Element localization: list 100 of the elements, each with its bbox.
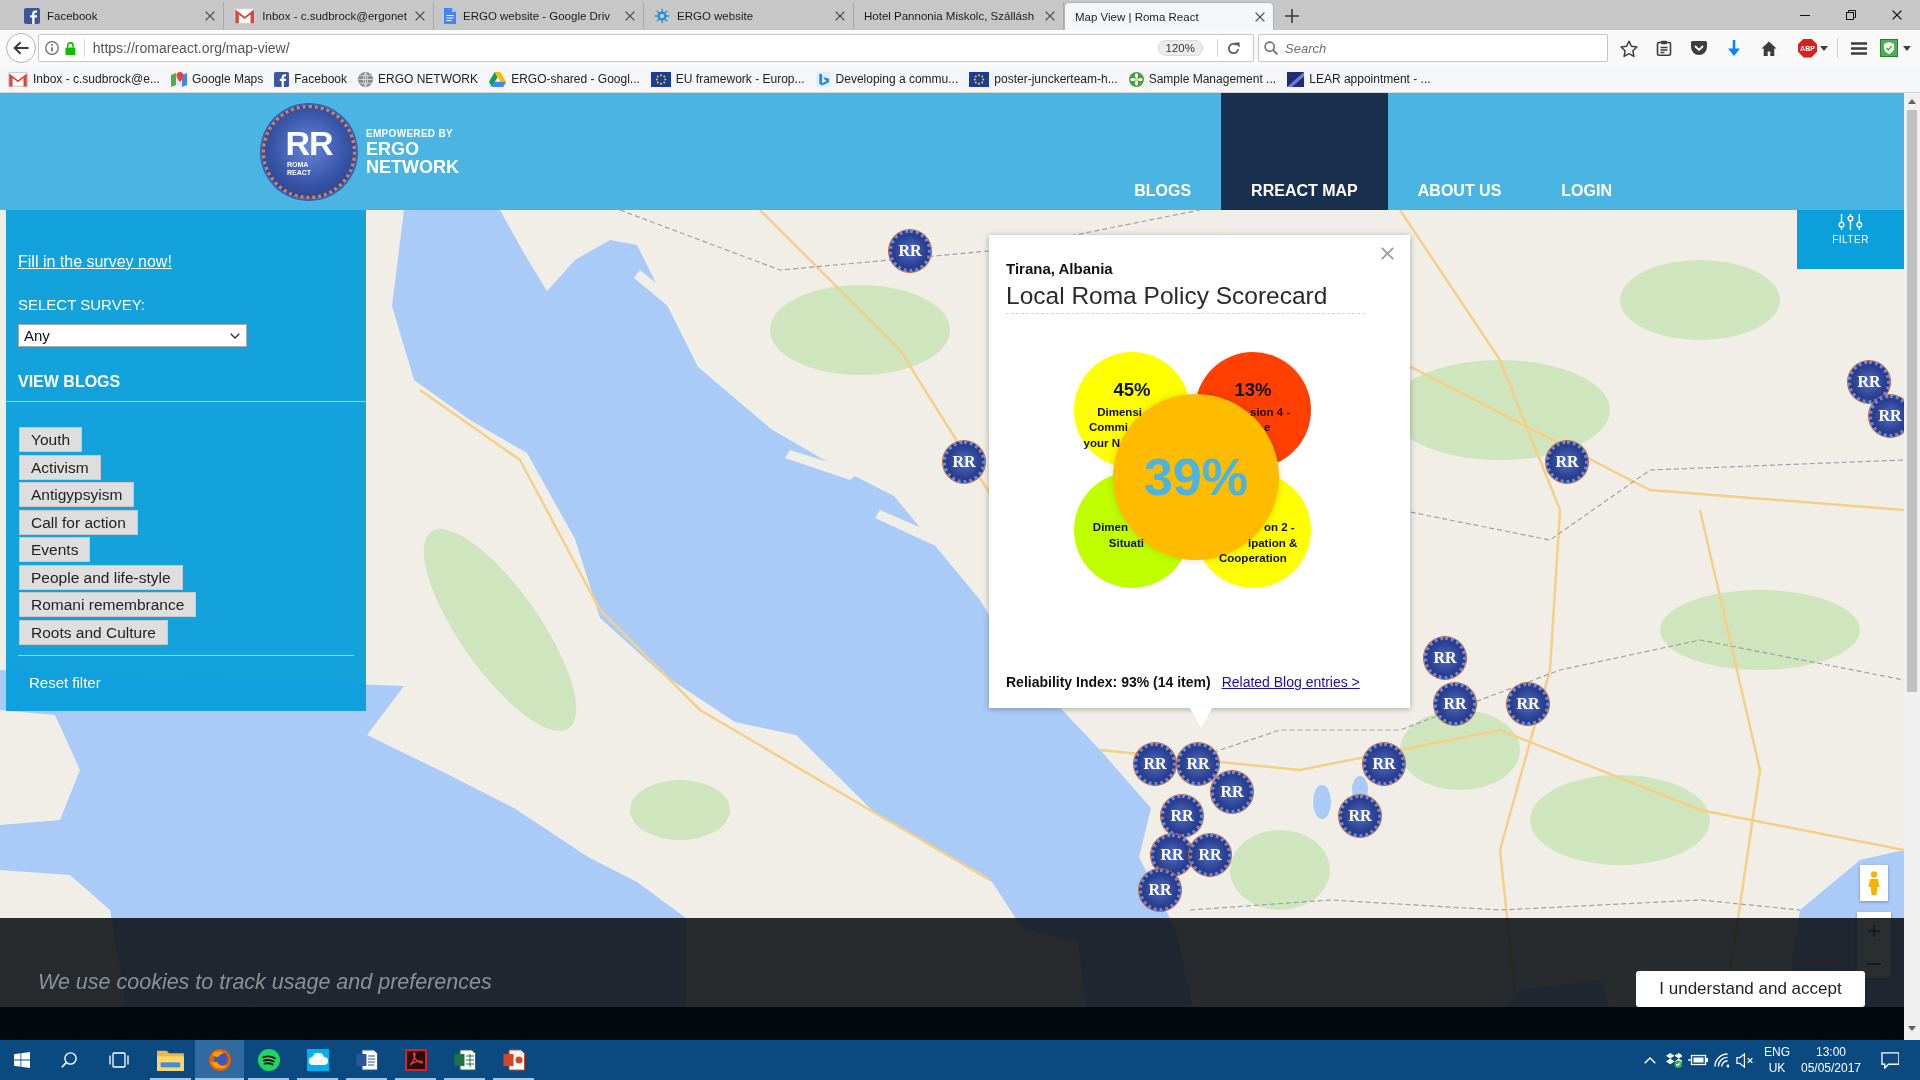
- reliability-index: Reliability Index: 93% (14 item): [1006, 673, 1211, 691]
- restore-icon[interactable]: [1846, 10, 1856, 20]
- wifi-icon[interactable]: [1713, 1052, 1730, 1068]
- star-icon[interactable]: [1620, 39, 1638, 57]
- folded-map-icon: [170, 71, 187, 87]
- chevron-up-icon[interactable]: [1644, 1056, 1656, 1064]
- category-tag[interactable]: Youth: [19, 427, 83, 452]
- bookmark-link[interactable]: poster-junckerteam-h...: [969, 71, 1118, 87]
- accept-button[interactable]: I understand and accept: [1636, 971, 1865, 1007]
- category-tag[interactable]: Romani remembrance: [19, 592, 197, 617]
- popup-location: Tirana, Albania: [1006, 260, 1114, 278]
- new-tab-icon[interactable]: [1285, 9, 1299, 23]
- bookmark-link[interactable]: EU framework - Europ...: [650, 71, 805, 87]
- f-tile-icon: [24, 8, 40, 24]
- category-tag[interactable]: People and life-style: [19, 564, 183, 590]
- category-tag[interactable]: Call for action: [19, 509, 138, 535]
- clock-date[interactable]: 05/05/2017: [1800, 1060, 1862, 1076]
- bookmark-link[interactable]: ERGO NETWORK: [358, 71, 478, 87]
- related-blogs-link[interactable]: Related Blog entries >: [1221, 673, 1360, 691]
- logo-mark-text: RR: [285, 126, 333, 161]
- scrollbar-thumb[interactable]: [1907, 110, 1917, 692]
- category-tag[interactable]: Antigypsyism: [19, 482, 135, 507]
- survey-select[interactable]: Any: [18, 324, 247, 347]
- striped-tile-icon: [1287, 71, 1305, 87]
- logo-tagline: EMPOWERED BY: [366, 127, 454, 140]
- category-tag[interactable]: Activism: [19, 454, 101, 480]
- score-value: 13%: [1233, 379, 1273, 401]
- bookmark-link[interactable]: Sample Management ...: [1128, 71, 1277, 87]
- download-arrow-icon[interactable]: [1727, 40, 1741, 56]
- close-icon[interactable]: [415, 11, 425, 21]
- close-icon[interactable]: [205, 11, 215, 21]
- section-heading: VIEW BLOGS: [18, 373, 122, 391]
- address-bar[interactable]: https://romareact.org/map-view/ 120%: [38, 34, 1254, 62]
- search-icon: [1264, 41, 1278, 55]
- caret-up-icon[interactable]: [1908, 99, 1916, 104]
- caret-icon[interactable]: [1903, 45, 1911, 51]
- cookie-message: We use cookies to track usage and preferences: [38, 969, 492, 995]
- score-label: ipation &: [1248, 536, 1298, 551]
- f-tile-icon: [274, 71, 290, 87]
- menu-icon[interactable]: [1851, 41, 1867, 55]
- close-icon[interactable]: [625, 11, 635, 21]
- reload-icon[interactable]: [1226, 40, 1241, 56]
- speech-bubble-icon[interactable]: [1880, 1051, 1900, 1069]
- search-field[interactable]: Search: [1258, 34, 1608, 62]
- person-icon: [1868, 871, 1880, 895]
- category-tag[interactable]: Events: [19, 537, 91, 562]
- info-icon[interactable]: [45, 41, 59, 55]
- map-marker[interactable]: RR: [1869, 395, 1904, 437]
- star-flag-icon: [650, 71, 671, 87]
- envelope-icon: [234, 8, 256, 24]
- score-label: on 2 -: [1264, 520, 1295, 535]
- close-icon[interactable]: [835, 11, 845, 21]
- cloud-tile-icon: [306, 1049, 329, 1071]
- score-label: your N: [1083, 436, 1120, 451]
- flower-icon: [1128, 71, 1144, 87]
- windows-logo-icon[interactable]: [14, 1052, 30, 1068]
- category-tag[interactable]: Roots and Culture: [19, 619, 168, 645]
- browser-tab[interactable]: Map View | Roma React: [1064, 2, 1274, 30]
- speaker-muted-icon[interactable]: [1736, 1052, 1754, 1068]
- triangle-icon: [489, 71, 507, 87]
- home-icon[interactable]: [1761, 40, 1777, 56]
- battery-icon[interactable]: [1688, 1054, 1708, 1066]
- caret-down-icon[interactable]: [1908, 1026, 1916, 1031]
- globe-icon: [358, 71, 373, 87]
- sliders-icon: [1838, 214, 1863, 230]
- folder-icon: [157, 1049, 184, 1071]
- logo-org-name: ERGO NETWORK: [366, 140, 459, 176]
- swirl-tile-icon: [404, 1049, 427, 1071]
- close-icon[interactable]: [1255, 11, 1265, 22]
- document-icon: [355, 1049, 378, 1071]
- shield-tile-icon[interactable]: [1880, 39, 1898, 57]
- bookmark-link[interactable]: Developing a commu...: [815, 71, 959, 87]
- shield-chevron-icon[interactable]: [1691, 41, 1707, 55]
- spoked-circle-icon: [654, 8, 670, 24]
- bookmark-link[interactable]: Facebook: [274, 71, 347, 87]
- clock-time[interactable]: 13:00: [1816, 1044, 1846, 1060]
- close-icon[interactable]: [1045, 11, 1055, 21]
- back-button[interactable]: [6, 33, 36, 63]
- bookmark-link[interactable]: ERGO-shared - Googl...: [489, 71, 640, 87]
- bookmark-link[interactable]: LEAR appointment - ...: [1287, 71, 1431, 87]
- document-icon: [444, 8, 456, 24]
- ring-globe-icon: [208, 1049, 231, 1071]
- task-view-icon[interactable]: [109, 1052, 129, 1068]
- search-icon[interactable]: [61, 1052, 77, 1068]
- bookmark-link[interactable]: Google Maps: [170, 71, 264, 87]
- score-label: Commi: [1089, 420, 1128, 435]
- minimize-icon[interactable]: [1800, 14, 1810, 16]
- clipboard-icon[interactable]: [1656, 40, 1672, 56]
- bookmark-link[interactable]: Inbox - c.sudbrock@e...: [8, 71, 160, 87]
- score-label: e: [1264, 420, 1271, 435]
- nav-link[interactable]: RREACT MAP: [1221, 93, 1388, 210]
- box-check-icon[interactable]: [1665, 1052, 1683, 1068]
- select-label: SELECT SURVEY:: [18, 296, 146, 314]
- score-label: Cooperation: [1219, 551, 1287, 566]
- input-region[interactable]: UK: [1768, 1060, 1786, 1076]
- input-language[interactable]: ENG: [1764, 1044, 1790, 1060]
- close-icon[interactable]: [1892, 10, 1902, 20]
- star-flag-icon: [969, 71, 990, 87]
- zoom-level-badge[interactable]: 120%: [1157, 40, 1203, 56]
- popup-title: Local Roma Policy Scorecard: [1006, 282, 1328, 310]
